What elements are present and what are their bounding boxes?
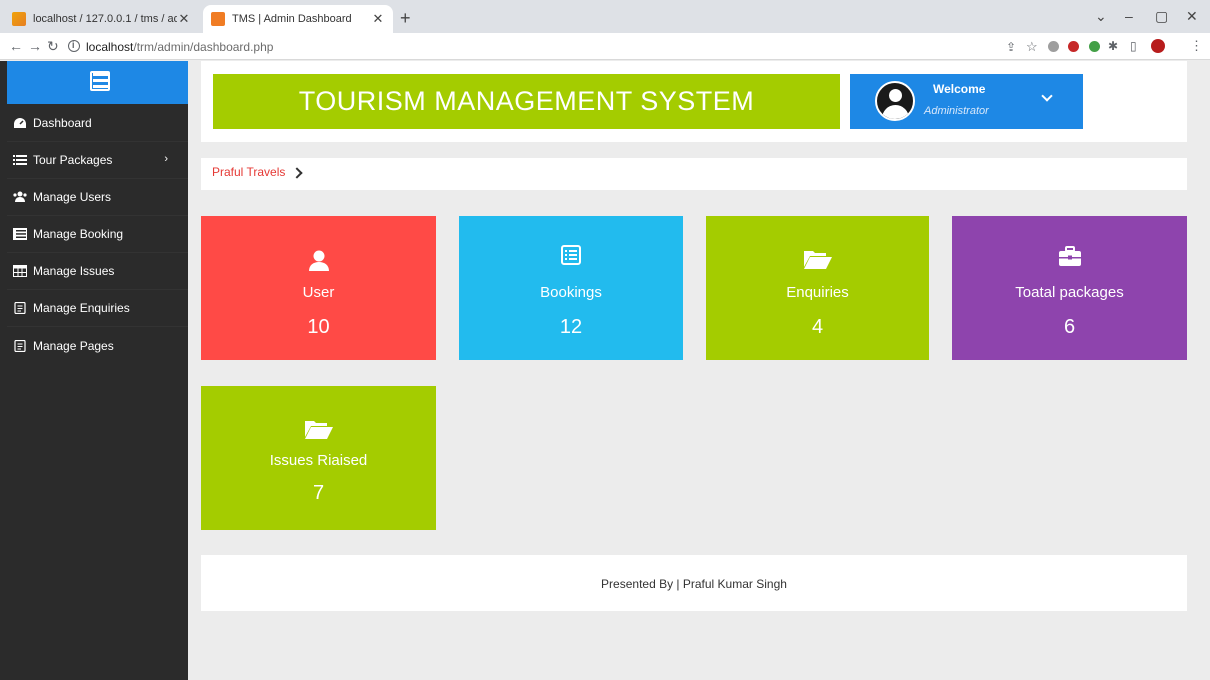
tab-title: localhost / 127.0.0.1 / tms / adm bbox=[33, 13, 177, 25]
tab-search-icon[interactable]: ⌄ bbox=[1095, 8, 1107, 25]
stat-card-label: Toatal packages bbox=[1015, 284, 1124, 301]
site-info-icon[interactable] bbox=[68, 40, 80, 52]
welcome-label: Welcome bbox=[933, 82, 986, 96]
maximize-icon[interactable]: ▢ bbox=[1155, 8, 1168, 25]
sidebar-item-label: Manage Issues bbox=[33, 264, 115, 278]
sidebar-item-manage-booking[interactable]: Manage Booking bbox=[7, 216, 188, 253]
url-field[interactable]: localhost/trm/admin/dashboard.php bbox=[86, 40, 273, 54]
sidebar-item-label: Tour Packages bbox=[33, 153, 113, 167]
list-icon bbox=[13, 155, 27, 165]
sidebar-item-tour-packages[interactable]: Tour Packages › bbox=[7, 142, 188, 179]
ublock-icon[interactable] bbox=[1068, 41, 1079, 52]
stat-card-label: Enquiries bbox=[786, 284, 849, 301]
user-silhouette-body bbox=[882, 105, 909, 119]
site-title: TOURISM MANAGEMENT SYSTEM bbox=[213, 74, 840, 129]
stat-card-enquiries[interactable]: Enquiries 4 bbox=[706, 216, 929, 360]
sidebar-item-label: Manage Pages bbox=[33, 338, 114, 353]
phpmyadmin-icon bbox=[12, 12, 26, 26]
stat-card-value: 4 bbox=[811, 316, 824, 338]
close-window-icon[interactable]: ✕ bbox=[1186, 8, 1198, 25]
folder-open-icon bbox=[304, 421, 333, 439]
stat-card-value: 12 bbox=[559, 316, 583, 338]
stat-card-value: 7 bbox=[312, 482, 325, 504]
folder-open-icon bbox=[803, 251, 832, 269]
file-icon bbox=[14, 302, 26, 314]
sidebar-item-label: Manage Enquiries bbox=[33, 301, 130, 315]
hamburger-lines bbox=[93, 73, 109, 89]
forward-icon[interactable]: → bbox=[28, 38, 42, 54]
user-icon bbox=[308, 250, 329, 271]
extension-icon[interactable] bbox=[1048, 41, 1059, 52]
dashboard-icon bbox=[14, 118, 26, 128]
users-icon bbox=[13, 191, 27, 202]
sidebar-item-manage-enquiries[interactable]: Manage Enquiries bbox=[7, 290, 188, 327]
breadcrumb-link[interactable]: Praful Travels bbox=[212, 165, 285, 179]
file-icon bbox=[14, 339, 26, 352]
close-tab-icon[interactable]: ✕ bbox=[371, 11, 385, 27]
reload-icon[interactable]: ↻ bbox=[47, 38, 59, 55]
close-tab-icon[interactable]: ✕ bbox=[177, 11, 191, 27]
stat-card-label: Bookings bbox=[540, 284, 602, 301]
table-icon bbox=[13, 265, 27, 277]
side-panel-icon[interactable]: ▯ bbox=[1130, 39, 1137, 53]
share-icon[interactable]: ⇪ bbox=[1006, 40, 1016, 54]
avatar[interactable] bbox=[875, 81, 915, 121]
stat-card-issues-raised[interactable]: Issues Riaised 7 bbox=[201, 386, 436, 530]
user-silhouette-head bbox=[889, 89, 902, 102]
user-role: Administrator bbox=[924, 105, 989, 117]
chevron-right-icon: › bbox=[164, 153, 168, 165]
sidebar-item-manage-pages[interactable]: Manage Pages bbox=[7, 327, 188, 364]
sidebar-item-manage-issues[interactable]: Manage Issues bbox=[7, 253, 188, 290]
tab-favicon-icon bbox=[211, 12, 225, 26]
list-alt-icon bbox=[561, 245, 581, 265]
menu-toggle-button[interactable] bbox=[7, 61, 188, 104]
stat-card-value: 10 bbox=[307, 316, 330, 338]
stat-card-label: Issues Riaised bbox=[269, 452, 368, 469]
sidebar-item-manage-users[interactable]: Manage Users bbox=[7, 179, 188, 216]
briefcase-icon bbox=[1058, 246, 1081, 266]
tab-title: TMS | Admin Dashboard bbox=[232, 13, 352, 25]
browser-tab-dashboard[interactable]: TMS | Admin Dashboard ✕ bbox=[203, 5, 393, 33]
address-bar: ← → ↻ localhost/trm/admin/dashboard.php … bbox=[0, 33, 1210, 60]
browser-tab-bar: localhost / 127.0.0.1 / tms / adm ✕ TMS … bbox=[0, 0, 1210, 33]
breadcrumb bbox=[201, 158, 1187, 190]
bookmark-star-icon[interactable]: ☆ bbox=[1026, 39, 1038, 55]
footer-credit: Presented By | Praful Kumar Singh bbox=[601, 577, 787, 591]
stat-card-bookings[interactable]: Bookings 12 bbox=[459, 216, 683, 360]
sidebar-item-label: Manage Users bbox=[33, 190, 112, 204]
browser-tab-phpmyadmin[interactable]: localhost / 127.0.0.1 / tms / adm ✕ bbox=[4, 5, 199, 33]
sidebar-item-label: Dashboard bbox=[33, 116, 92, 130]
extension-globe-icon[interactable] bbox=[1089, 41, 1100, 52]
new-tab-button[interactable]: + bbox=[400, 8, 411, 29]
stat-card-total-packages[interactable]: Toatal packages 6 bbox=[952, 216, 1187, 360]
extensions-puzzle-icon[interactable]: ✱ bbox=[1108, 39, 1118, 53]
url-path: /trm/admin/dashboard.php bbox=[133, 40, 274, 54]
back-icon[interactable]: ← bbox=[9, 38, 23, 54]
sidebar-item-dashboard[interactable]: Dashboard bbox=[7, 105, 188, 142]
stat-card-label: User bbox=[302, 284, 335, 301]
stat-card-value: 6 bbox=[1063, 316, 1076, 338]
sidebar-item-label: Manage Booking bbox=[33, 227, 124, 241]
minimize-icon[interactable]: – bbox=[1125, 8, 1133, 24]
stat-card-user[interactable]: User 10 bbox=[201, 216, 436, 360]
profile-avatar[interactable] bbox=[1151, 39, 1165, 53]
list-icon bbox=[13, 228, 27, 240]
url-host: localhost bbox=[86, 40, 134, 54]
browser-menu-icon[interactable]: ⋮ bbox=[1190, 38, 1203, 54]
